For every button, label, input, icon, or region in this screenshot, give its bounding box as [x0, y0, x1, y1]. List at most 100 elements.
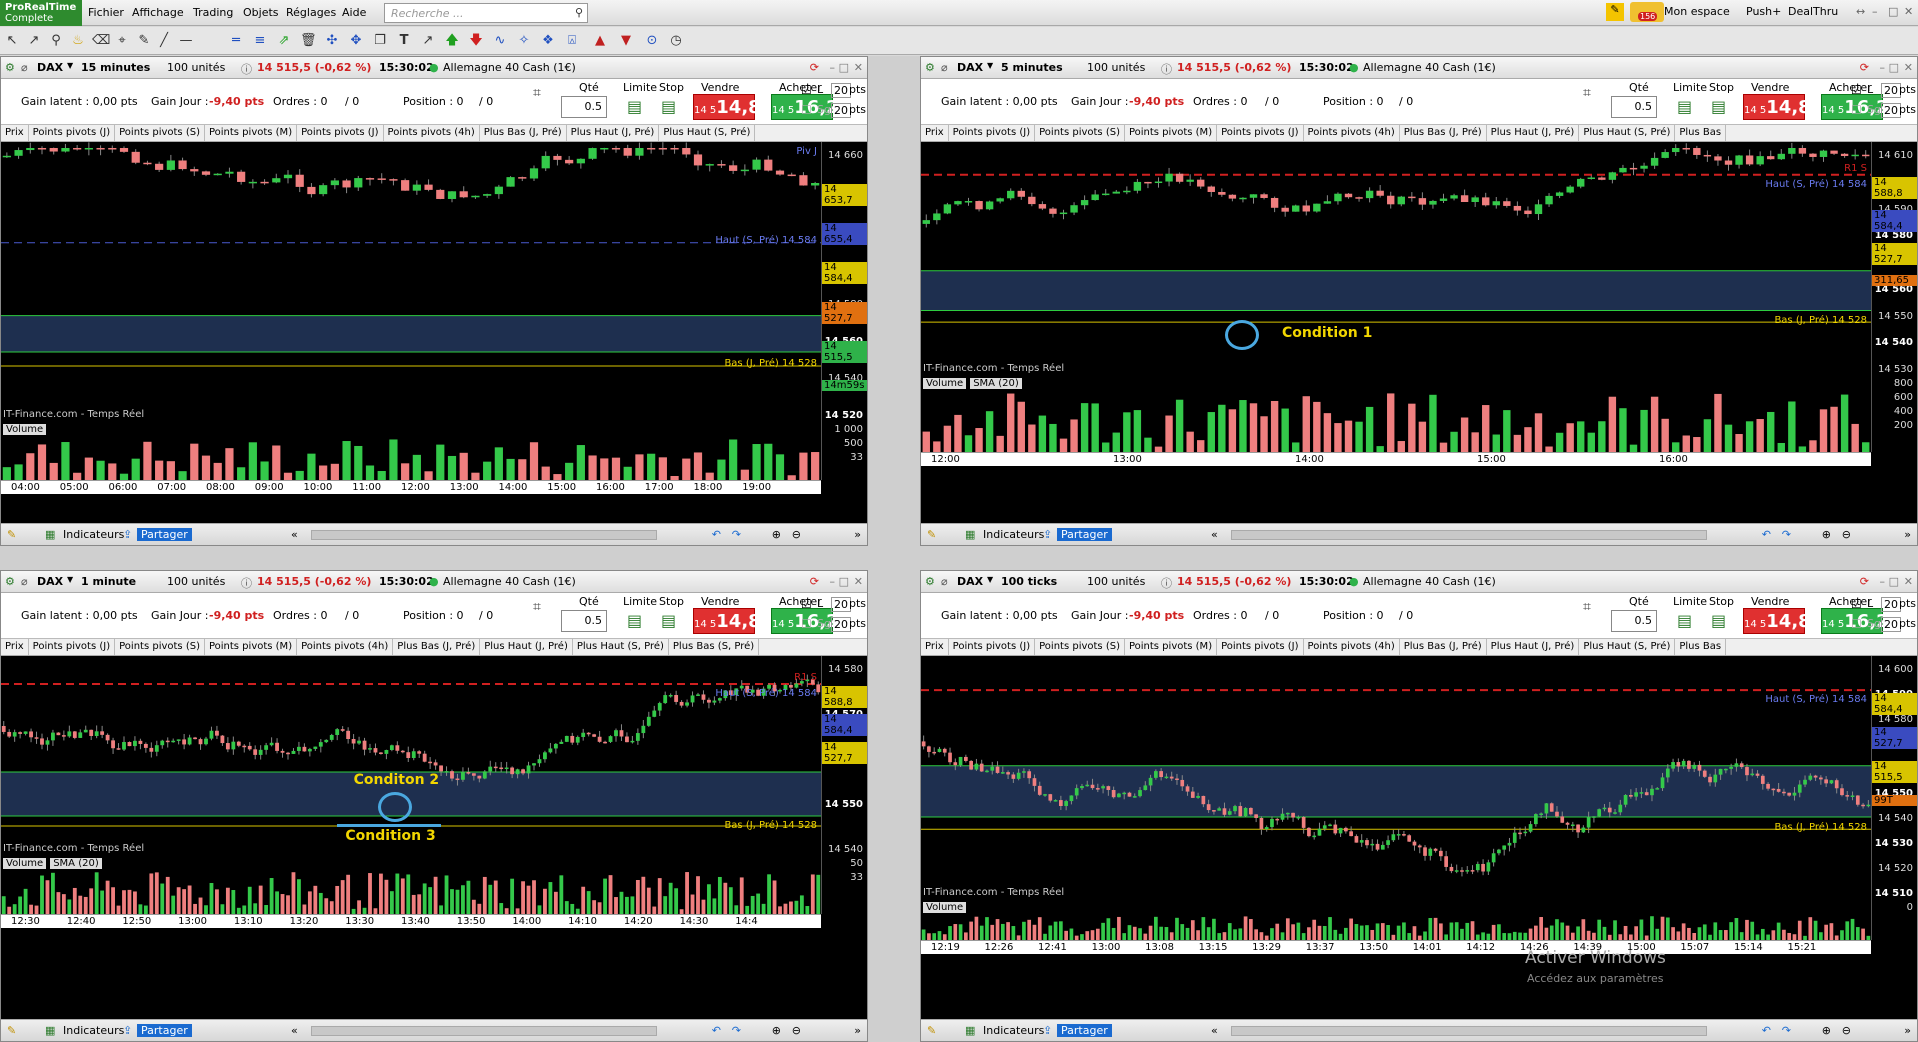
volume-label[interactable]: Volume: [3, 858, 47, 869]
price-chart[interactable]: Piv J Haut (S, Pré) 14 584 Bas (J, Pré) 14…: [1, 142, 821, 422]
scrollbar[interactable]: [1231, 1026, 1707, 1036]
search-icon[interactable]: ⚲: [575, 6, 583, 19]
scroll-left-icon[interactable]: «: [1211, 528, 1218, 541]
pts-input-2[interactable]: 20: [831, 103, 851, 118]
alert-bell-icon[interactable]: ♨: [70, 33, 86, 49]
maximize-icon[interactable]: □: [839, 575, 849, 588]
sell-button[interactable]: 14 514,8: [1743, 94, 1811, 120]
zoom-in-icon[interactable]: ⊕: [772, 1024, 781, 1037]
calc-icon[interactable]: ⌗: [533, 599, 541, 615]
indicateurs-button[interactable]: Indicateurs: [63, 528, 124, 541]
instrument-selector[interactable]: DAX: [37, 61, 63, 74]
checkbox-sg[interactable]: ☐: [1851, 103, 1862, 117]
chevron-down-icon[interactable]: ▼: [67, 61, 73, 70]
channel-icon[interactable]: ═: [228, 33, 244, 49]
price-chart[interactable]: R1 S Haut (S, Pré) 14 584 Bas (J, Pré) 14 …: [1, 656, 821, 856]
info-icon[interactable]: ⓘ: [1161, 61, 1172, 77]
qty-input[interactable]: 0.5: [561, 96, 607, 118]
fan-icon[interactable]: ▲: [592, 33, 608, 49]
indicator-tag[interactable]: Plus Haut (S, Pré): [659, 125, 756, 141]
redo-icon[interactable]: ↷: [732, 528, 741, 541]
stop-order-icon[interactable]: ▤: [661, 97, 676, 116]
trend-icon[interactable]: ⇗: [276, 33, 292, 49]
pts-input-1[interactable]: 20: [831, 597, 851, 612]
indicator-tag[interactable]: Plus Bas: [1675, 639, 1727, 655]
indicator-tag[interactable]: Prix: [1, 639, 29, 655]
qty-input[interactable]: 0.5: [1611, 610, 1657, 632]
indicator-tag[interactable]: Points pivots (J): [949, 639, 1036, 655]
settings-icon[interactable]: ⚙: [5, 575, 15, 588]
checkbox-sg[interactable]: ☐: [1851, 617, 1862, 631]
indicator-tag[interactable]: Points pivots (S): [115, 125, 205, 141]
down-arrow-icon[interactable]: 🡇: [468, 33, 484, 49]
arrow-icon[interactable]: ↗: [420, 33, 436, 49]
info-icon[interactable]: ⓘ: [241, 61, 252, 77]
chevron-down-icon[interactable]: ▼: [67, 575, 73, 584]
pts-input-2[interactable]: 20: [1881, 617, 1901, 632]
partager-button[interactable]: Partager: [1057, 528, 1112, 541]
indicator-tag[interactable]: Points pivots (J): [1217, 639, 1304, 655]
volume-label[interactable]: Volume: [3, 424, 47, 435]
indicator-tag[interactable]: Points pivots (M): [205, 639, 298, 655]
scroll-left-icon[interactable]: «: [291, 1024, 298, 1037]
indicator-tag[interactable]: Points pivots (4h): [297, 639, 394, 655]
zoom-out-icon[interactable]: ⊖: [792, 528, 801, 541]
pencil-tool-icon[interactable]: ✎: [927, 528, 936, 541]
partager-button[interactable]: Partager: [1057, 1024, 1112, 1037]
scroll-right-icon[interactable]: »: [1904, 528, 1911, 541]
mon-espace-button[interactable]: Mon espace: [1664, 5, 1730, 18]
interval-selector[interactable]: 5 minutes: [1001, 61, 1063, 74]
lock-icon[interactable]: ⌀: [941, 575, 948, 588]
volume-label[interactable]: Volume: [923, 902, 967, 913]
limit-order-icon[interactable]: ▤: [1677, 611, 1692, 630]
scrollbar[interactable]: [311, 1026, 657, 1036]
instrument-selector[interactable]: DAX: [957, 575, 983, 588]
limit-order-icon[interactable]: ▤: [1677, 97, 1692, 116]
push-button[interactable]: Push+: [1746, 5, 1781, 18]
maximize-icon[interactable]: □: [1889, 61, 1899, 74]
move-icon[interactable]: ✥: [348, 33, 364, 49]
up-arrow-icon[interactable]: 🡅: [444, 33, 460, 49]
checkbox-sg[interactable]: ☐: [801, 617, 812, 631]
settings-icon[interactable]: ⚙: [925, 575, 935, 588]
qty-input[interactable]: 0.5: [1611, 96, 1657, 118]
indicateurs-button[interactable]: Indicateurs: [63, 1024, 124, 1037]
zoom-out-icon[interactable]: ⊖: [792, 1024, 801, 1037]
indicator-tag[interactable]: Plus Haut (S, Pré): [1579, 639, 1676, 655]
limit-order-icon[interactable]: ▤: [627, 611, 642, 630]
indicator-tag[interactable]: Plus Haut (J, Pré): [567, 125, 660, 141]
zoom-in-icon[interactable]: ⊕: [1822, 528, 1831, 541]
scroll-right-icon[interactable]: »: [1904, 1024, 1911, 1037]
stop-order-icon[interactable]: ▤: [1711, 611, 1726, 630]
instrument-selector[interactable]: DAX: [37, 575, 63, 588]
refresh-icon[interactable]: ⟳: [1860, 61, 1869, 74]
checkbox-sg[interactable]: ☐: [801, 103, 812, 117]
ruler-icon[interactable]: ⌖: [114, 33, 130, 49]
scroll-right-icon[interactable]: »: [854, 528, 861, 541]
menu-affichage[interactable]: Affichage: [132, 6, 184, 19]
sma-label[interactable]: SMA (20): [970, 378, 1022, 389]
sell-button[interactable]: 14 514,8: [1743, 608, 1811, 634]
indicator-tag[interactable]: Points pivots (J): [1217, 125, 1304, 141]
minimize-icon[interactable]: –: [1880, 61, 1886, 74]
indicators-icon[interactable]: ▦: [965, 1024, 975, 1037]
info-icon[interactable]: ⓘ: [241, 575, 252, 591]
info-icon[interactable]: ⓘ: [1161, 575, 1172, 591]
zoom-out-icon[interactable]: ⊖: [1842, 528, 1851, 541]
refresh-icon[interactable]: ⟳: [1860, 575, 1869, 588]
indicator-tag[interactable]: Prix: [921, 639, 949, 655]
scroll-right-icon[interactable]: »: [854, 1024, 861, 1037]
close-icon[interactable]: ✕: [1904, 575, 1913, 588]
lock-icon[interactable]: ⌀: [21, 61, 28, 74]
indicator-tag[interactable]: Prix: [1, 125, 29, 141]
indicator-tag[interactable]: Prix: [921, 125, 949, 141]
calc-icon[interactable]: ⌗: [533, 85, 541, 101]
fib-icon[interactable]: ≡: [252, 33, 268, 49]
wave-icon[interactable]: ∿: [492, 33, 508, 49]
indicator-tag[interactable]: Plus Bas (J, Pré): [1400, 639, 1487, 655]
undo-icon[interactable]: ↶: [1762, 1024, 1771, 1037]
share-icon[interactable]: ⇪: [1043, 1024, 1052, 1037]
indicators-icon[interactable]: ▦: [45, 1024, 55, 1037]
sell-button[interactable]: 14 514,8: [693, 94, 761, 120]
lock-icon[interactable]: ⌀: [21, 575, 28, 588]
